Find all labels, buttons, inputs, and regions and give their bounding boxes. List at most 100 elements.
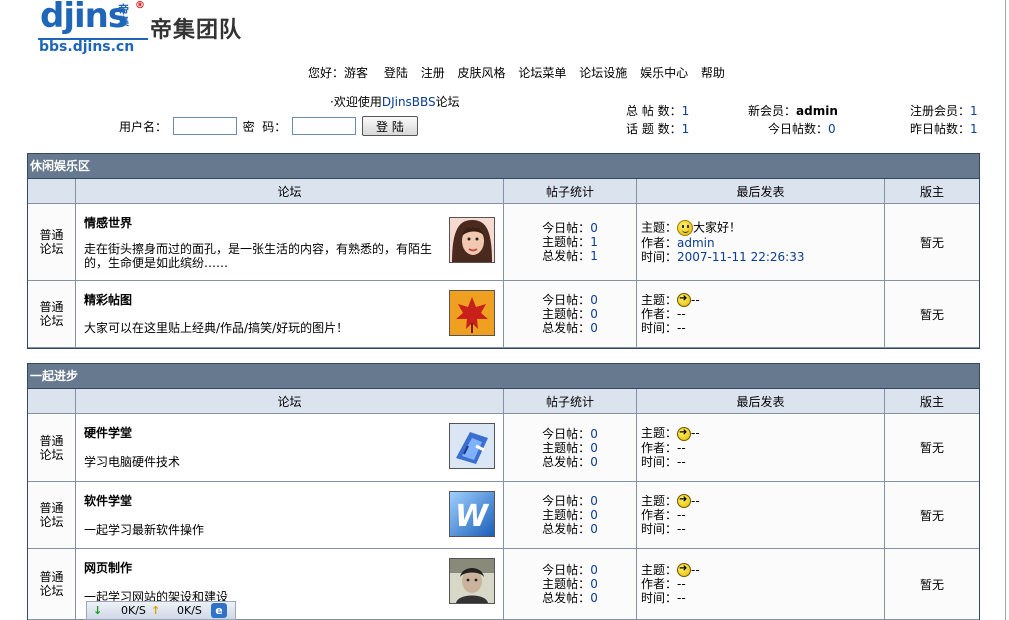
arrow-icon	[677, 426, 692, 441]
count-value: 0	[590, 221, 598, 235]
forum-name-link[interactable]: 情感世界	[84, 214, 132, 231]
post-count: 今日帖：0 主题帖：0 总发帖：0	[503, 548, 637, 620]
last-subject: 主题： 大家好！	[641, 220, 884, 236]
stat-label: 新会员：	[748, 104, 797, 118]
ie-icon[interactable]: e	[211, 603, 227, 618]
welcome-text: ·欢迎使用DJinsBBS论坛	[330, 93, 460, 110]
last-time: 时间：--	[641, 591, 884, 605]
last-time-value: --	[677, 454, 686, 469]
count-label: 主题帖：	[542, 235, 591, 249]
login-form: 用户名： 密 码： 登 陆	[117, 116, 418, 136]
nav-help[interactable]: 帮助	[701, 66, 725, 80]
total-count: 总发帖：0	[542, 522, 598, 536]
maple-leaf-icon[interactable]	[449, 290, 495, 336]
stat-value: 0	[828, 122, 836, 136]
last-subject-text: --	[691, 426, 700, 441]
count-value: 0	[590, 440, 598, 455]
post-count: 今日帖：0 主题帖：1 总发帖：1	[503, 203, 637, 281]
stat-value: 1	[681, 122, 690, 136]
last-time-value: --	[677, 321, 686, 336]
download-arrow-icon: ↓	[93, 604, 103, 617]
count-label: 今日帖：	[542, 426, 591, 441]
forum-section-leisure: 休闲娱乐区 论坛 帖子统计 最后发表 版主 普通论坛 情感世界 走在街头擦身而过…	[27, 153, 980, 349]
moderator: 暂无	[884, 413, 979, 482]
logo-wordmark: djins	[40, 0, 128, 36]
username-input[interactable]	[172, 117, 237, 135]
last-author: 作者：--	[641, 577, 884, 591]
welcome-brand: DJinsBBS	[381, 95, 436, 109]
nav-skin[interactable]: 皮肤风格	[458, 66, 506, 80]
count-box: 今日帖：0 主题帖：0 总发帖：0	[542, 563, 598, 605]
count-box: 今日帖：0 主题帖：0 总发帖：0	[542, 293, 598, 335]
last-author-link[interactable]: admin	[677, 236, 715, 250]
last-author-text: --	[677, 307, 686, 322]
new-member-link[interactable]: admin	[796, 104, 838, 118]
forum-name-link[interactable]: 硬件学堂	[84, 424, 132, 441]
forum-name-link[interactable]: 精彩帖图	[84, 291, 132, 308]
forum-name-link[interactable]: 软件学堂	[84, 492, 132, 509]
today-count: 今日帖：0	[542, 563, 598, 577]
word-app-icon[interactable]: W	[449, 491, 495, 537]
stat-value: 1	[970, 104, 978, 118]
count-box: 今日帖：0 主题帖：1 总发帖：1	[542, 221, 598, 263]
nav-entertainment[interactable]: 娱乐中心	[640, 66, 688, 80]
forum-type-text: 普通论坛	[39, 228, 64, 256]
count-label: 总发帖：	[542, 522, 591, 536]
today-count: 今日帖：0	[542, 427, 598, 441]
login-button[interactable]: 登 陆	[361, 116, 418, 136]
last-subject-text: --	[691, 562, 700, 577]
forum-section-progress: 一起进步 论坛 帖子统计 最后发表 版主 普通论坛 硬件学堂 学习电脑硬件技术	[27, 363, 980, 620]
person-photo-icon[interactable]	[449, 558, 495, 604]
forum-info: 情感世界 走在街头擦身而过的面孔，是一张生活的内容，有熟悉的，有陌生的，生命便是…	[76, 204, 503, 280]
forum-name-link[interactable]: 网页制作	[84, 559, 132, 576]
last-label: 时间：	[641, 250, 678, 264]
site-logo[interactable]: djins 帝集 ® 帝集团队 bbs.djins.cn	[34, 0, 264, 58]
count-value: 0	[590, 454, 598, 469]
count-label: 主题帖：	[542, 577, 591, 591]
nav-facilities[interactable]: 论坛设施	[579, 66, 627, 80]
stat-registered: 注册会员：1	[910, 102, 978, 119]
arrow-icon	[677, 292, 692, 308]
hardware-icon[interactable]	[449, 423, 495, 469]
last-time: 时间：2007-11-11 22:26:33	[641, 250, 884, 264]
stat-yesterday-posts: 昨日帖数：1	[910, 120, 978, 137]
last-post-box: 主题： 大家好！ 作者：admin 时间：2007-11-11 22:26:33	[637, 220, 884, 264]
logo-tag: 帝集	[118, 3, 129, 28]
count-box: 今日帖：0 主题帖：0 总发帖：0	[542, 494, 598, 536]
last-subject-link[interactable]: 大家好！	[693, 221, 741, 235]
count-box: 今日帖：0 主题帖：0 总发帖：0	[542, 427, 598, 469]
upload-speed: 0K/S	[177, 604, 202, 617]
nav-forum-menu[interactable]: 论坛菜单	[518, 66, 566, 80]
girl-portrait-icon[interactable]	[449, 217, 495, 263]
last-subject-text: --	[691, 292, 700, 307]
forum-description: 一起学习最新软件操作	[84, 523, 205, 537]
logo-chinese-name: 帝集团队	[150, 17, 243, 43]
section-title[interactable]: 休闲娱乐区	[28, 154, 979, 179]
count-value: 1	[590, 249, 598, 263]
header-count: 帖子统计	[503, 179, 637, 204]
forum-type: 普通论坛	[28, 481, 76, 549]
last-time-value: 2007-11-11 22:26:33	[677, 250, 805, 264]
table-row: 普通论坛 情感世界 走在街头擦身而过的面孔，是一张生活的内容，有熟悉的，有陌生的…	[28, 203, 979, 281]
nav-login[interactable]: 登陆	[384, 66, 408, 80]
count-value: 0	[590, 508, 598, 522]
svg-text:W: W	[455, 499, 490, 534]
last-subject-text: --	[691, 493, 700, 508]
network-status-bar: ↓ 0K/S ↑ 0K/S e	[86, 601, 236, 620]
header-mod: 版主	[884, 389, 979, 414]
welcome-prefix: ·欢迎使用	[330, 95, 382, 109]
total-count: 总发帖：0	[542, 321, 598, 335]
section-title[interactable]: 一起进步	[28, 364, 979, 389]
forum-type-text: 普通论坛	[39, 501, 64, 529]
last-label: 作者：	[641, 440, 678, 455]
nav-register[interactable]: 注册	[421, 66, 445, 80]
count-label: 今日帖：	[542, 221, 591, 235]
header-forum: 论坛	[75, 179, 504, 204]
last-label: 作者：	[641, 508, 678, 523]
last-time: 时间：--	[641, 522, 884, 536]
forum-table: 论坛 帖子统计 最后发表 版主 普通论坛 情感世界 走在街头擦身而过的面孔，是一…	[28, 179, 979, 348]
total-count: 总发帖：0	[542, 455, 598, 469]
last-label: 主题：	[641, 292, 678, 307]
total-count: 总发帖：0	[542, 591, 598, 605]
password-input[interactable]	[292, 117, 357, 135]
